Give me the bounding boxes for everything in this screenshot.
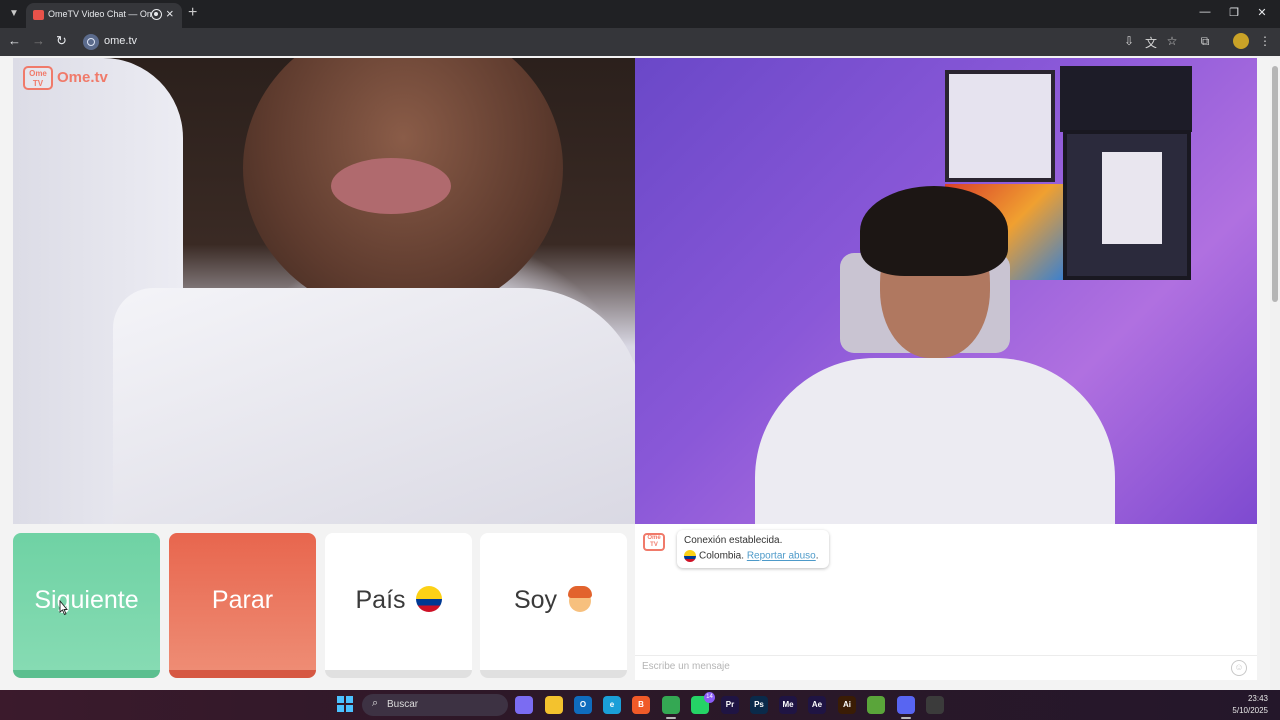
browser-tab-ometv[interactable]: OmeTV Video Chat — Ome × [26,3,182,28]
gender-button-label: Soy [513,586,558,614]
person-hair [860,186,1008,276]
stranger-lips [331,158,451,214]
outlook-icon[interactable]: O [574,696,592,714]
more-menu-icon[interactable]: ⋮ [1257,34,1273,48]
chat-message-input[interactable] [642,661,1202,672]
wall-picture-3-art [1102,152,1162,244]
whatsapp-badge: 14 [704,692,715,703]
ometv-favicon-icon [33,10,44,20]
country-name: Colombia. [699,550,745,562]
next-button[interactable]: Siguiente [13,533,160,678]
tab-title: OmeTV Video Chat — Ome [48,9,152,19]
clock-date: 5/10/2025 [1232,706,1268,715]
country-message: Colombia. Reportar abuso. [684,550,819,562]
address-bar-url[interactable]: ome.tv [104,35,137,47]
person-body [755,358,1115,524]
white-sheet [113,288,635,524]
chat-input-row: ☺ [635,655,1257,680]
gender-button[interactable]: Soy [480,533,627,678]
wall-picture-3 [1063,130,1191,280]
edge-icon[interactable]: e [603,696,621,714]
site-info-icon[interactable] [83,34,99,50]
new-tab-plus-icon[interactable]: + [188,4,197,22]
profile-avatar[interactable] [1233,33,1249,49]
colombia-flag-icon [415,585,442,612]
ometv-logo: Ome TV Ome.tv [23,64,115,92]
country-button[interactable]: País [325,533,472,678]
chrome-icon[interactable] [662,696,680,719]
taskbar-search-label: Buscar [387,699,419,710]
country-button-label: País [355,586,406,614]
discord-icon[interactable] [897,696,915,719]
copilot-icon[interactable] [515,696,533,714]
clock-time: 23:43 [1247,694,1268,703]
page-scrollbar[interactable] [1270,56,1280,690]
wall-picture-1 [945,70,1055,182]
after-effects-icon[interactable]: Ae [808,696,826,714]
chat-panel: Ome TV Conexión establecida. Colombia. Re… [635,524,1257,680]
stranger-video: Ome TV Ome.tv [13,58,635,524]
colombia-mini-flag-icon [684,550,696,562]
ometv-page: Ome TV Ome.tv Siguiente Parar País Soy Om… [0,56,1280,690]
illustrator-icon[interactable]: Ai [838,696,856,714]
mouse-cursor-icon [59,600,68,616]
stop-button-label: Parar [211,586,274,614]
folder-icon[interactable] [545,696,563,714]
connection-message: Conexión establecida. [684,535,783,546]
stop-button[interactable]: Parar [169,533,316,678]
tab-search-chevron-icon[interactable]: ▼ [6,6,22,22]
system-message-bubble: Conexión establecida. Colombia. Reportar… [677,530,829,568]
taskbar-clock[interactable]: 23:43 5/10/2025 [1224,693,1268,717]
scrollbar-thumb[interactable] [1272,66,1278,302]
self-camera-video [635,58,1257,524]
reload-icon[interactable]: ↻ [56,33,67,49]
premiere-icon[interactable]: Pr [721,696,739,714]
taskbar-search[interactable]: ⌕ Buscar [362,694,508,716]
chat-ometv-logo-icon: Ome TV [643,533,665,551]
extensions-puzzle-icon[interactable]: ⧉ [1197,34,1213,49]
ometv-logo-text: Ome.tv [57,69,108,86]
emoji-picker-icon[interactable]: ☺ [1231,660,1247,676]
next-button-label: Siguiente [34,586,139,614]
photoshop-icon[interactable]: Ps [750,696,768,714]
boy-emoji-icon [567,585,593,612]
recording-indicator-icon [151,9,162,20]
brave-icon[interactable]: B [632,696,650,714]
translate-icon[interactable]: 文 [1143,34,1159,51]
report-abuse-link[interactable]: Reportar abuso [747,551,816,562]
maximize-icon[interactable]: ❐ [1224,6,1244,19]
windows-start-icon[interactable] [337,696,353,712]
media-encoder-icon[interactable]: Me [779,696,797,714]
browser-tab-bar: ▼ OmeTV Video Chat — Ome × + — ❐ ✕ [0,0,1280,28]
browser-toolbar: ← → ↻ ome.tv ⇩ 文 ☆ ⧉ ⋮ [0,28,1280,56]
bookmark-star-icon[interactable]: ☆ [1164,34,1180,48]
ometv-logo-icon: Ome TV [23,66,53,90]
forward-arrow-icon[interactable]: → [32,33,45,48]
back-arrow-icon[interactable]: ← [8,33,21,48]
close-window-icon[interactable]: ✕ [1252,6,1272,19]
close-tab-icon[interactable]: × [166,6,174,21]
minecraft-icon[interactable] [867,696,885,714]
wall-picture-2 [1060,66,1192,132]
windows-taskbar: ⌕ Buscar Oe B Pr Ps Me Ae Ai 14 23:43 5/10/202… [0,690,1280,720]
obs-icon[interactable] [926,696,944,714]
install-app-icon[interactable]: ⇩ [1121,34,1137,48]
search-icon: ⌕ [372,697,379,709]
minimize-icon[interactable]: — [1195,6,1215,18]
report-suffix: . [815,550,819,562]
